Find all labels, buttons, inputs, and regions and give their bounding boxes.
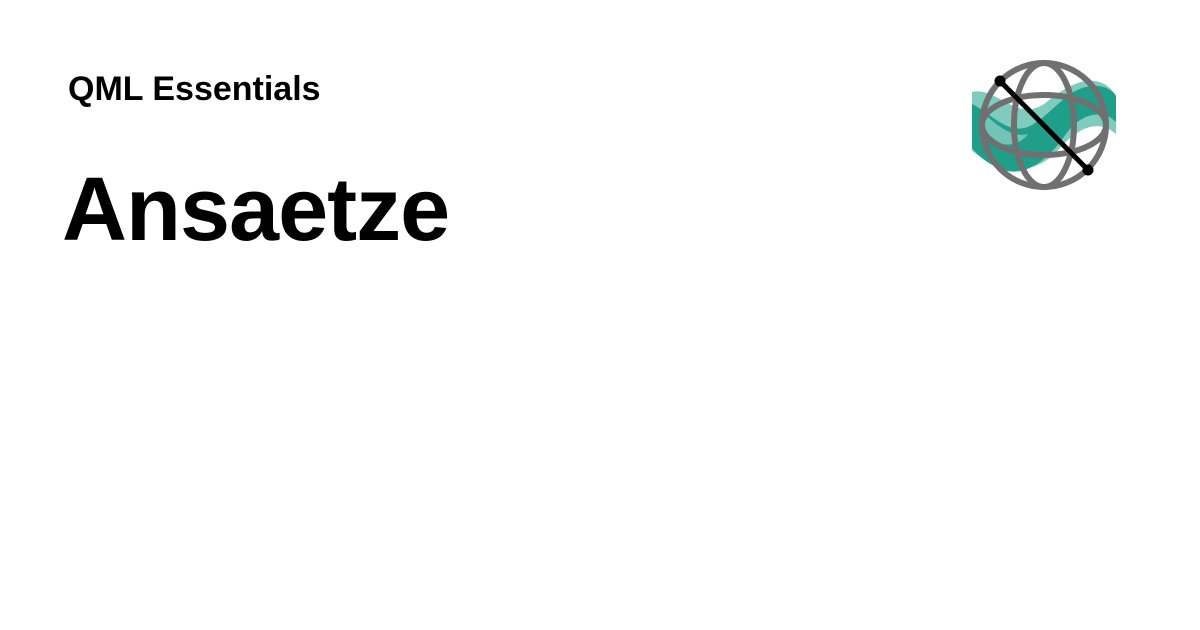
og-card: QML Essentials Ansaetze bbox=[0, 0, 1200, 630]
site-name: QML Essentials bbox=[68, 70, 321, 108]
axis-endpoint-top bbox=[994, 75, 1006, 87]
page-title: Ansaetze bbox=[62, 160, 450, 260]
bloch-sphere-logo-icon bbox=[972, 60, 1116, 190]
axis-endpoint-bottom bbox=[1082, 164, 1094, 176]
